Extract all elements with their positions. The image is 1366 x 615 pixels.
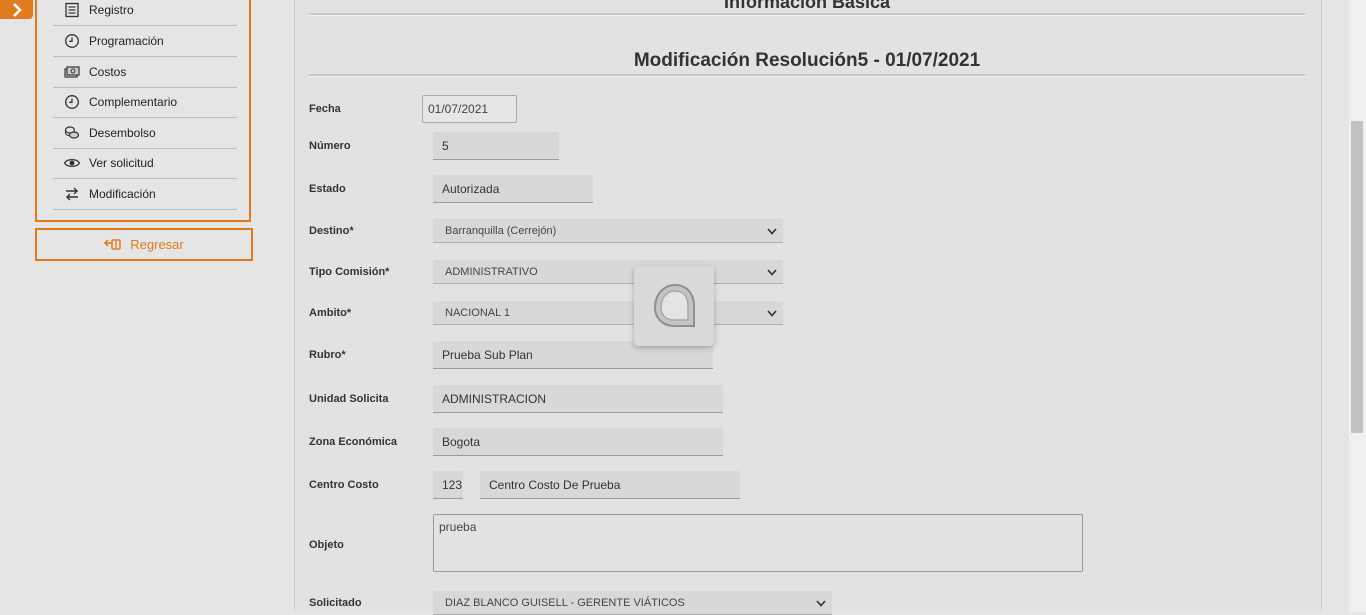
chevron-down-icon bbox=[816, 591, 826, 614]
section-title-basic-info: Información Básica bbox=[723, 0, 891, 12]
sidebar-item-complementario[interactable]: Complementario bbox=[53, 87, 237, 118]
sidebar-item-costos[interactable]: Costos bbox=[53, 57, 237, 88]
destino-select-value: Barranquilla (Cerrejón) bbox=[445, 225, 557, 237]
fecha-label: Fecha bbox=[309, 103, 341, 115]
chevron-right-icon bbox=[12, 2, 22, 17]
chevron-down-icon bbox=[767, 260, 777, 283]
scrollbar-thumb[interactable] bbox=[1351, 121, 1363, 433]
objeto-label: Objeto bbox=[309, 539, 344, 551]
tipo-comision-select-value: ADMINISTRATIVO bbox=[445, 266, 538, 278]
zona-economica-label: Zona Económica bbox=[309, 436, 398, 448]
ambito-label: Ambito* bbox=[309, 307, 352, 319]
destino-label: Destino* bbox=[309, 225, 354, 237]
back-hand-icon bbox=[104, 238, 122, 250]
clock-icon bbox=[63, 93, 81, 111]
main-panel: Información Básica Modificación Resoluci… bbox=[294, 0, 1322, 615]
sidebar-item-label: Programación bbox=[89, 34, 164, 48]
estado-label: Estado bbox=[309, 183, 346, 195]
sidebar-item-desembolso[interactable]: Desembolso bbox=[53, 118, 237, 149]
solicitado-select[interactable]: DIAZ BLANCO GUISELL - GERENTE VIÁTICOS bbox=[433, 591, 832, 615]
chevron-down-icon bbox=[767, 301, 777, 324]
sidebar-item-label: Complementario bbox=[89, 95, 178, 109]
destino-select[interactable]: Barranquilla (Cerrejón) bbox=[433, 219, 783, 243]
tipo-comision-select[interactable]: ADMINISTRATIVO bbox=[433, 260, 783, 284]
page-title: Modificación Resolución5 - 01/07/2021 bbox=[633, 50, 981, 71]
divider bbox=[309, 74, 1305, 77]
solicitado-label: Solicitado bbox=[309, 597, 362, 609]
page-scrollbar[interactable] bbox=[1349, 0, 1366, 612]
solicitado-select-value: DIAZ BLANCO GUISELL - GERENTE VIÁTICOS bbox=[445, 597, 685, 609]
sidebar-item-label: Registro bbox=[89, 3, 134, 17]
numero-field[interactable]: 5 bbox=[433, 132, 559, 160]
centro-costo-code-field[interactable]: 123 bbox=[433, 471, 463, 499]
sidebar-toggle-button[interactable] bbox=[0, 0, 33, 19]
coins-icon bbox=[63, 124, 81, 142]
clock-icon bbox=[63, 32, 81, 50]
unidad-solicita-field[interactable]: ADMINISTRACION bbox=[433, 385, 723, 413]
list-icon bbox=[63, 1, 81, 19]
zona-economica-field[interactable]: Bogota bbox=[433, 428, 723, 456]
sidebar-item-label: Desembolso bbox=[89, 126, 156, 140]
sidebar-item-label: Costos bbox=[89, 65, 127, 79]
sidebar-item-registro[interactable]: Registro bbox=[53, 0, 237, 26]
back-button-label: Regresar bbox=[130, 237, 184, 252]
sidebar-item-modificacion[interactable]: Modificación bbox=[53, 179, 237, 210]
ambito-select[interactable]: NACIONAL 1 bbox=[433, 301, 783, 325]
sidebar-item-label: Modificación bbox=[89, 187, 156, 201]
unidad-solicita-label: Unidad Solicita bbox=[309, 393, 389, 405]
back-button[interactable]: Regresar bbox=[35, 228, 253, 261]
centro-costo-name-field[interactable]: Centro Costo De Prueba bbox=[480, 471, 740, 499]
swap-arrows-icon bbox=[63, 185, 81, 203]
tipo-comision-label: Tipo Comisión* bbox=[309, 266, 390, 278]
eye-icon bbox=[63, 154, 81, 172]
ambito-select-value: NACIONAL 1 bbox=[445, 307, 511, 319]
sidebar-item-ver-solicitud[interactable]: Ver solicitud bbox=[53, 148, 237, 179]
divider bbox=[309, 13, 1305, 16]
sidebar-item-label: Ver solicitud bbox=[89, 156, 154, 170]
money-icon bbox=[63, 63, 81, 81]
numero-label: Número bbox=[309, 140, 351, 152]
sidebar-item-programacion[interactable]: Programación bbox=[53, 26, 237, 57]
loading-logo-icon bbox=[653, 283, 695, 327]
fecha-date-field[interactable]: 01/07/2021 bbox=[422, 95, 517, 123]
loading-spinner bbox=[634, 266, 714, 346]
chevron-down-icon bbox=[767, 219, 777, 242]
rubro-label: Rubro* bbox=[309, 349, 346, 361]
estado-field[interactable]: Autorizada bbox=[433, 175, 593, 203]
objeto-textarea[interactable]: prueba bbox=[433, 514, 1083, 572]
sidebar-menu: Registro Programación Costos Complementa… bbox=[35, 0, 251, 222]
centro-costo-label: Centro Costo bbox=[309, 479, 379, 491]
